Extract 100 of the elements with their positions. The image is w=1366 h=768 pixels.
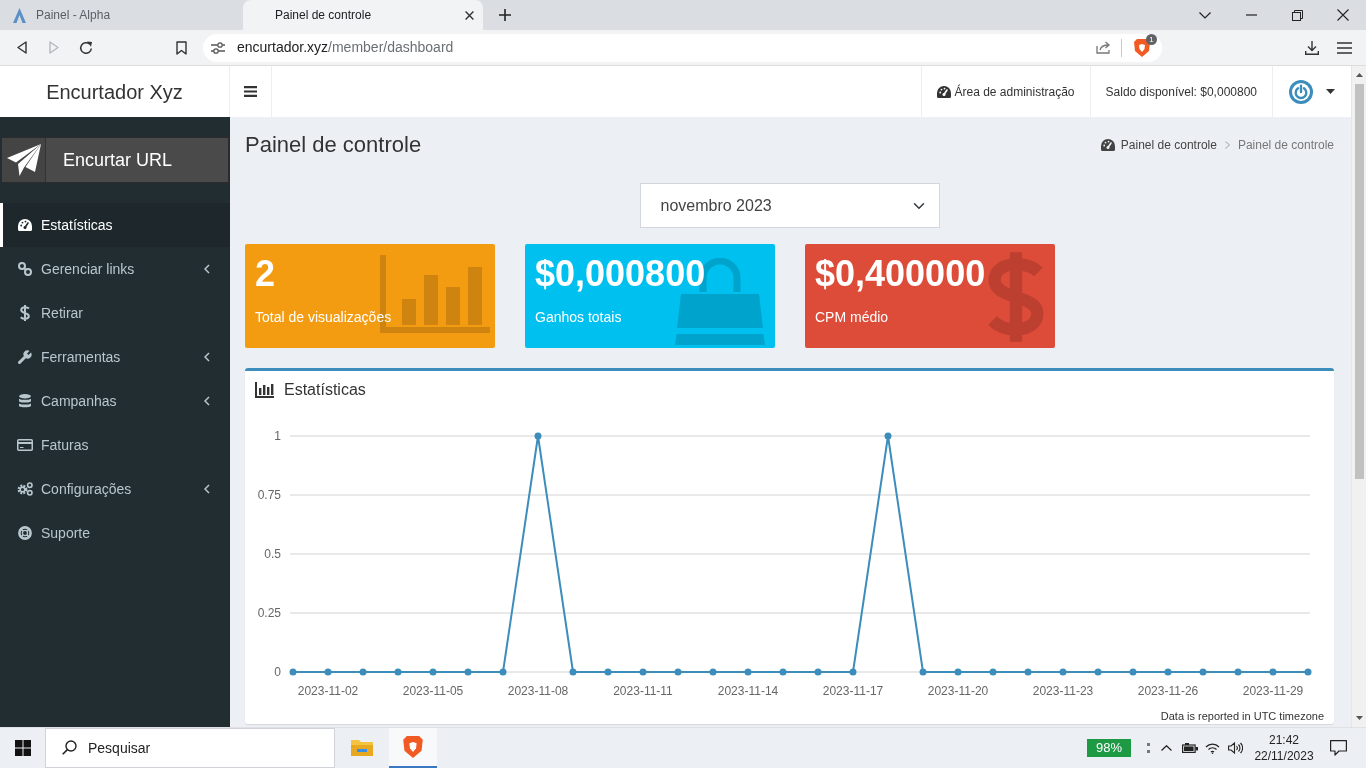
- data-point: [849, 668, 857, 676]
- chevron-left-icon: [204, 264, 210, 274]
- folder-icon: [351, 738, 373, 756]
- forward-icon: [49, 41, 59, 54]
- wifi-icon: [1205, 742, 1220, 754]
- scroll-up-icon: [1355, 73, 1363, 77]
- chevron-left-icon: [204, 396, 210, 406]
- stat-label: Total de visualizações: [255, 308, 393, 327]
- sidebar-item[interactable]: Ferramentas: [0, 335, 230, 379]
- axis-label: 2023-11-29: [1242, 684, 1304, 698]
- clock-time: 21:42: [1269, 732, 1299, 748]
- axis-label: 2023-11-26: [1137, 684, 1199, 698]
- axis-label: 2023-11-05: [402, 684, 464, 698]
- axis-label: 2023-11-20: [927, 684, 989, 698]
- chevron-left-icon: [204, 484, 210, 494]
- clock-date: 22/11/2023: [1254, 748, 1314, 764]
- sidebar-item[interactable]: Configurações: [0, 467, 230, 511]
- axis-label: 2023-11-08: [507, 684, 569, 698]
- data-point: [499, 668, 507, 676]
- axis-label: 2023-11-11: [613, 684, 673, 698]
- sidebar-item[interactable]: Suporte: [0, 511, 230, 555]
- logo-icon: [13, 7, 26, 23]
- scrollbar[interactable]: [1351, 66, 1366, 727]
- browser-tab[interactable]: Painel - Alpha: [0, 0, 243, 30]
- data-point: [884, 432, 892, 440]
- data-point: [289, 668, 297, 676]
- data-point: [1304, 668, 1312, 676]
- power-icon: [1289, 79, 1313, 104]
- gauge-icon: [1100, 139, 1115, 151]
- data-point: [1129, 668, 1137, 676]
- axis-label: 2023-11-17: [822, 684, 884, 698]
- plus-icon: [499, 9, 511, 21]
- share-button[interactable]: [1096, 41, 1111, 54]
- paper-plane-icon: [6, 144, 41, 176]
- axis-label: 0.75: [257, 488, 281, 502]
- sidebar-item[interactable]: Faturas: [0, 423, 230, 467]
- data-point: [359, 668, 367, 676]
- gauge-icon: [937, 85, 952, 98]
- reload-icon: [79, 40, 93, 55]
- stat-label: Ganhos totais: [535, 308, 623, 327]
- sidebar-item[interactable]: Gerenciar links: [0, 247, 230, 291]
- site-settings-icon: [211, 41, 225, 54]
- battery-icon: [1181, 743, 1198, 753]
- data-point: [604, 668, 612, 676]
- grip-icon: [1146, 743, 1150, 753]
- data-point: [394, 668, 402, 676]
- data-point: [534, 432, 542, 440]
- scrollbar-thumb[interactable]: [1354, 84, 1364, 479]
- taskbar-app[interactable]: [389, 728, 437, 768]
- sidebar-item[interactable]: Campanhas: [0, 379, 230, 423]
- data-point: [1164, 668, 1172, 676]
- wrench-icon: [18, 350, 32, 364]
- data-point: [744, 668, 752, 676]
- dollar-icon: [988, 252, 1044, 342]
- brand-name[interactable]: Encurtador Xyz: [46, 76, 183, 107]
- speaker-icon: [1228, 742, 1243, 754]
- data-point: [989, 668, 997, 676]
- bookmark-icon: [175, 40, 187, 55]
- data-point: [429, 668, 437, 676]
- data-point: [464, 668, 472, 676]
- shield-icon: [1134, 38, 1150, 57]
- sidebar-item[interactable]: Estatísticas: [0, 203, 230, 247]
- data-point: [1024, 668, 1032, 676]
- menu-icon: [1336, 41, 1352, 54]
- axis-label: 0: [274, 665, 281, 679]
- gauge-icon: [18, 219, 32, 231]
- notification-icon: [1329, 740, 1347, 756]
- axis-label: 2023-11-02: [297, 684, 359, 698]
- url-text[interactable]: encurtador.xyz/member/dashboard: [237, 37, 454, 58]
- download-icon: [1305, 40, 1319, 55]
- data-point: [1094, 668, 1102, 676]
- data-point: [1234, 668, 1242, 676]
- database-icon: [19, 394, 31, 408]
- search-icon: [62, 740, 77, 755]
- close-icon: [465, 10, 474, 20]
- chevron-down-icon: [1199, 11, 1211, 19]
- breadcrumb-link[interactable]: Painel de controle: [1100, 136, 1217, 154]
- search-field[interactable]: Pesquisar: [45, 728, 335, 768]
- bar-chart-icon: [255, 382, 274, 398]
- data-point: [709, 668, 717, 676]
- data-point: [1199, 668, 1207, 676]
- life-ring-icon: [18, 526, 32, 540]
- address-bar[interactable]: encurtador.xyz/member/dashboard 1: [203, 33, 1162, 62]
- data-point: [639, 668, 647, 676]
- stat-value: $0,400000: [815, 254, 987, 294]
- sidebar-item[interactable]: Retirar: [0, 291, 230, 335]
- back-icon: [17, 41, 27, 54]
- axis-label: 0.5: [264, 547, 281, 561]
- credit-card-icon: [17, 439, 33, 451]
- caret-icon: [1326, 89, 1335, 94]
- shorten-url-button[interactable]: Encurtar URL: [1, 137, 229, 183]
- minimize-icon: [1245, 14, 1257, 16]
- browser-tab[interactable]: Painel de controle: [243, 0, 483, 30]
- link-icon: [18, 262, 32, 276]
- gears-icon: [17, 482, 33, 496]
- data-point: [779, 668, 787, 676]
- stat-label: CPM médio: [815, 308, 890, 327]
- axis-label: 2023-11-23: [1032, 684, 1094, 698]
- month-select[interactable]: novembro 2023: [639, 183, 940, 228]
- menu-icon: [244, 86, 257, 97]
